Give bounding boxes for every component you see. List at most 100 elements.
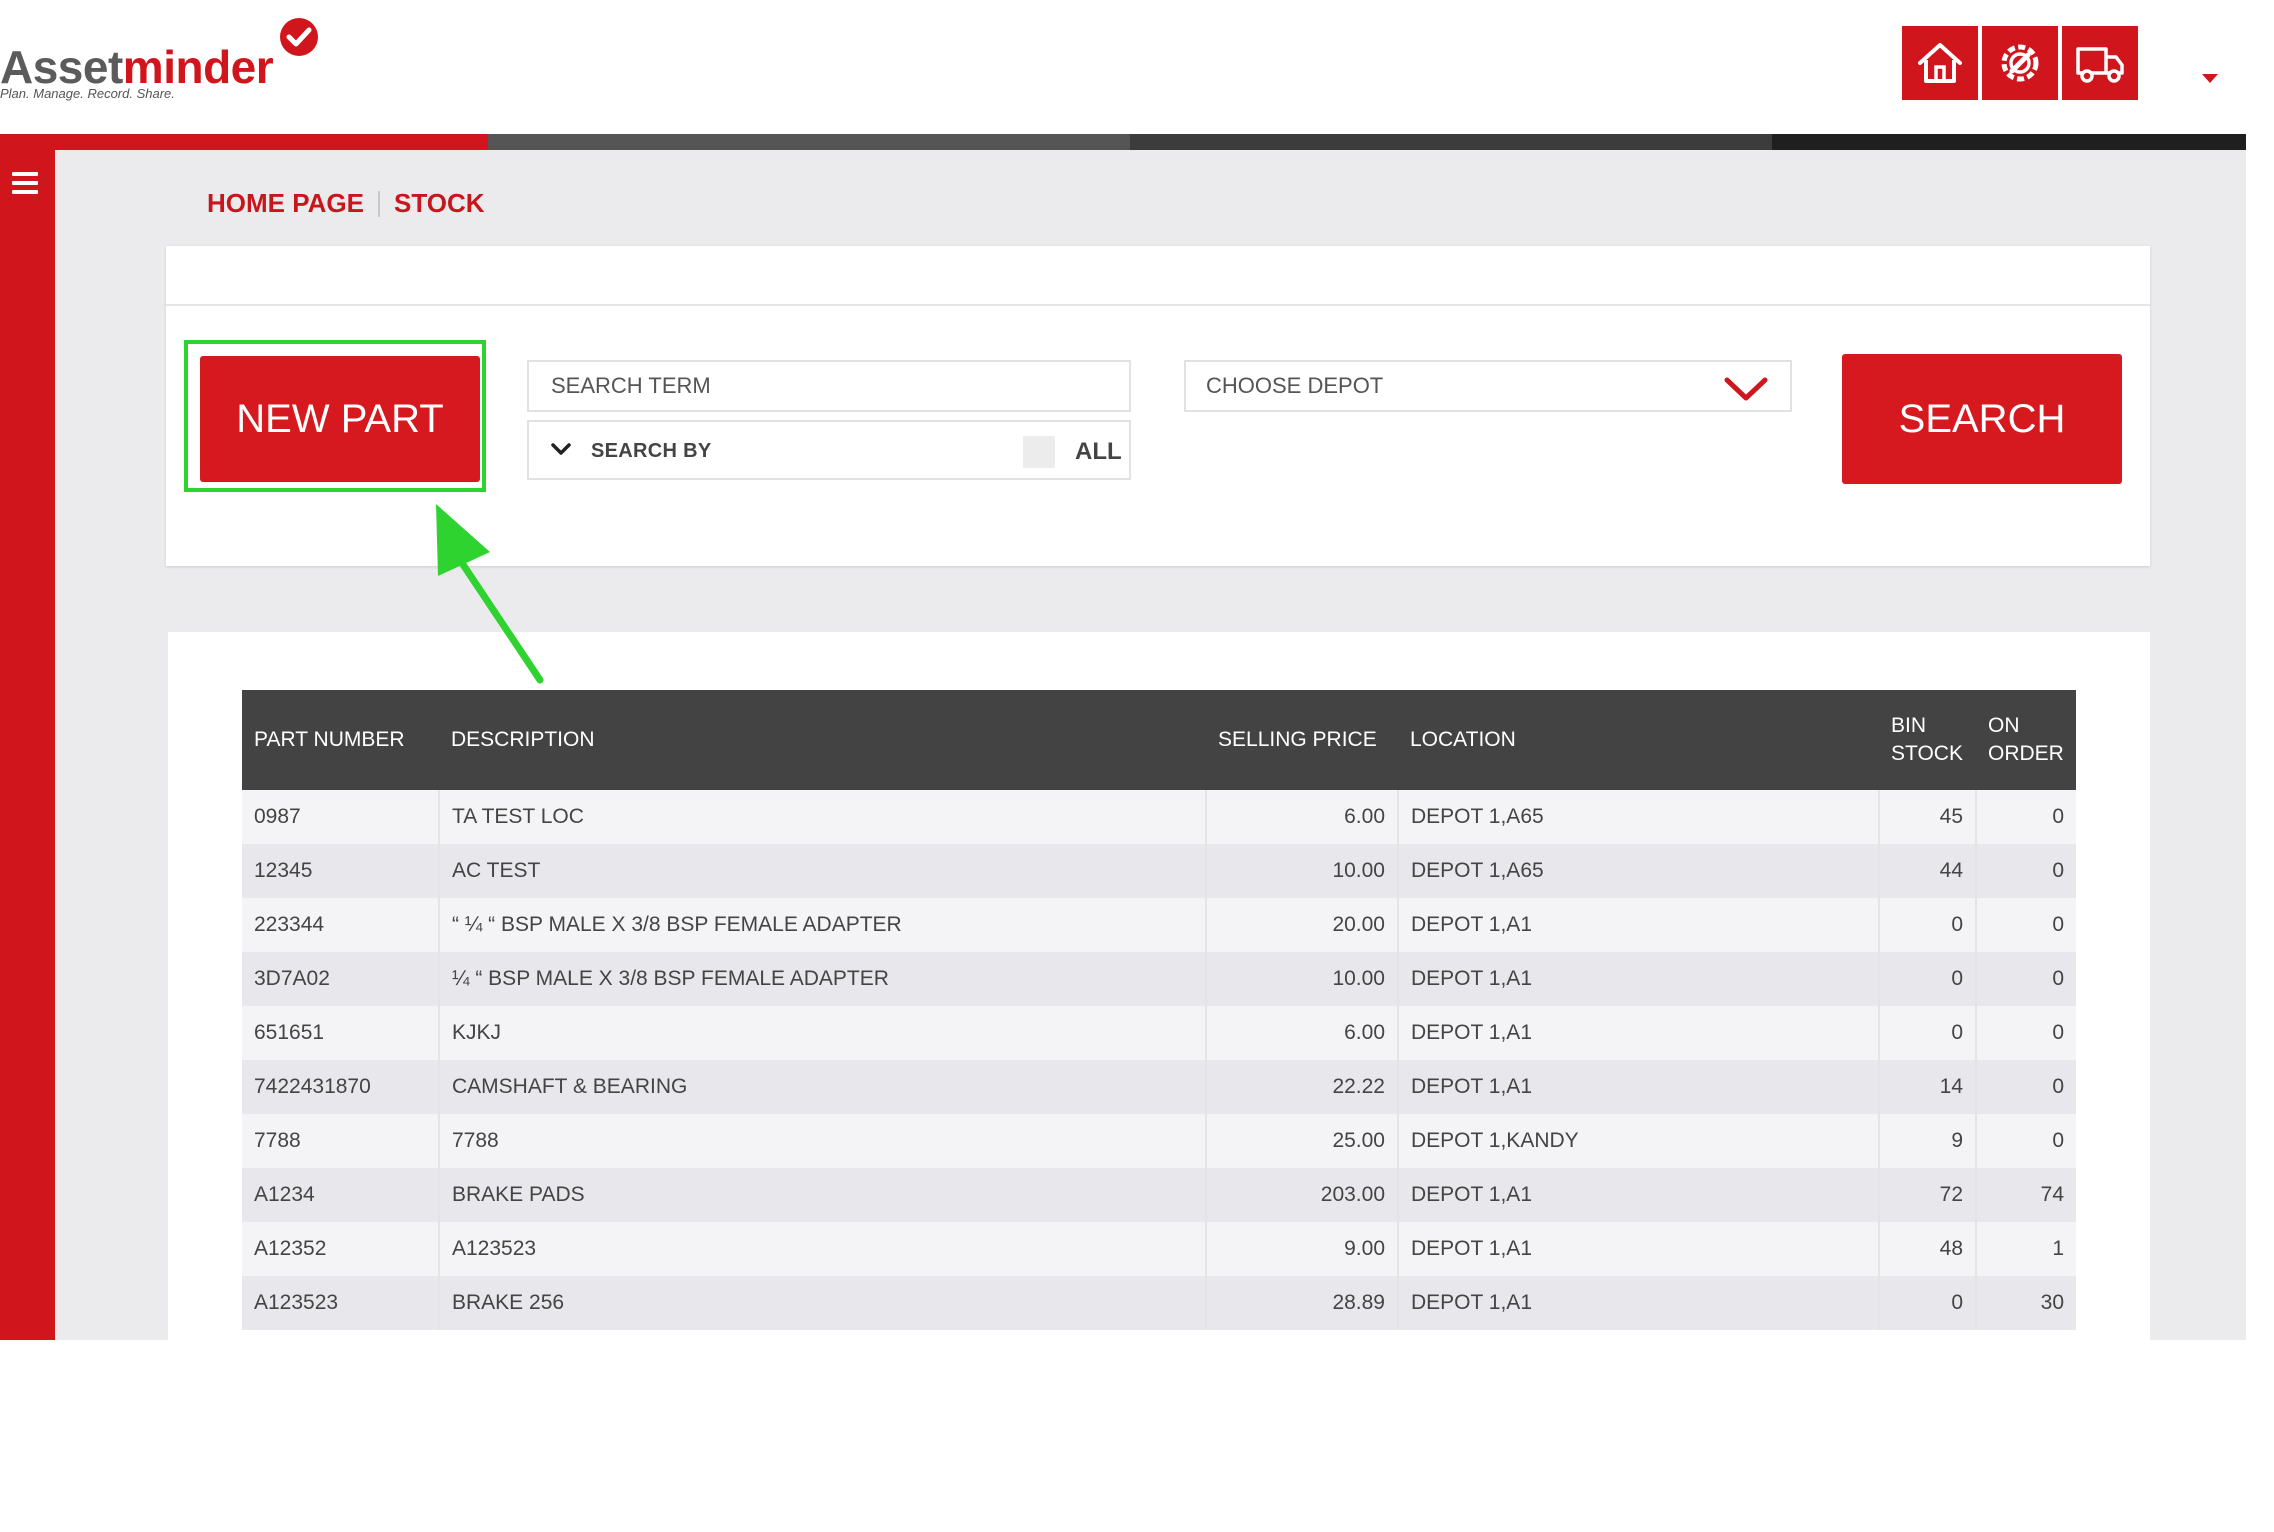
choose-depot-select[interactable]: CHOOSE DEPOT [1184, 360, 1792, 412]
cell-selling-price: 20.00 [1206, 898, 1399, 952]
stock-table-body: 0987 TA TEST LOC 6.00 DEPOT 1,A65 45 0 12345 AC… [242, 790, 2076, 1330]
table-row[interactable]: 3D7A02 ¼ “ BSP MALE X 3/8 BSP FEMALE ADAP… [242, 952, 2076, 1006]
cell-selling-price: 9.00 [1206, 1222, 1399, 1276]
breadcrumb-home-link[interactable]: HOME PAGE [207, 188, 364, 219]
new-part-button[interactable]: NEW PART [200, 356, 480, 482]
all-checkbox[interactable] [1023, 436, 1055, 468]
cell-description: ¼ “ BSP MALE X 3/8 BSP FEMALE ADAPTER [439, 952, 1207, 1006]
chevron-down-icon [551, 443, 571, 455]
table-row[interactable]: A12352 A123523 9.00 DEPOT 1,A1 48 1 [242, 1222, 2076, 1276]
cell-part-number: A12352 [242, 1222, 440, 1276]
cell-selling-price: 25.00 [1206, 1114, 1399, 1168]
header-color-bar [0, 134, 2246, 150]
col-header-part-number[interactable]: PART NUMBER [242, 690, 439, 790]
cell-location: DEPOT 1,A1 [1398, 952, 1880, 1006]
search-panel-header [166, 246, 2150, 306]
cell-location: DEPOT 1,A1 [1398, 1168, 1880, 1222]
cell-description: A123523 [439, 1222, 1207, 1276]
cell-bin-stock: 0 [1879, 952, 1977, 1006]
cell-selling-price: 6.00 [1206, 790, 1399, 844]
cell-description: “ ¼ “ BSP MALE X 3/8 BSP FEMALE ADAPTER [439, 898, 1207, 952]
stock-table-header: PART NUMBER DESCRIPTION SELLING PRICE LO… [242, 690, 2076, 790]
cell-location: DEPOT 1,A1 [1398, 1006, 1880, 1060]
pointer-arrow-icon [436, 504, 544, 684]
cell-description: TA TEST LOC [439, 790, 1207, 844]
sidebar [0, 150, 55, 1340]
cell-bin-stock: 9 [1879, 1114, 1977, 1168]
table-row[interactable]: 0987 TA TEST LOC 6.00 DEPOT 1,A65 45 0 [242, 790, 2076, 844]
cell-location: DEPOT 1,A65 [1398, 790, 1880, 844]
cell-part-number: A1234 [242, 1168, 440, 1222]
cell-on-order: 74 [1976, 1168, 2076, 1222]
table-row[interactable]: 651651 KJKJ 6.00 DEPOT 1,A1 0 0 [242, 1006, 2076, 1060]
cell-on-order: 30 [1976, 1276, 2076, 1330]
cell-part-number: 7788 [242, 1114, 440, 1168]
logo-tagline: Plan. Manage. Record. Share. [0, 86, 175, 101]
cell-description: BRAKE 256 [439, 1276, 1207, 1330]
cell-location: DEPOT 1,A1 [1398, 1060, 1880, 1114]
table-row[interactable]: A123523 BRAKE 256 28.89 DEPOT 1,A1 0 30 [242, 1276, 2076, 1330]
gear-wrench-icon [2001, 44, 2039, 82]
breadcrumb-separator [377, 190, 380, 217]
cell-selling-price: 203.00 [1206, 1168, 1399, 1222]
cell-bin-stock: 72 [1879, 1168, 1977, 1222]
maintenance-button[interactable] [1982, 26, 2058, 100]
cell-on-order: 1 [1976, 1222, 2076, 1276]
search-by-toggle[interactable]: SEARCH BY ALL [527, 420, 1131, 480]
col-header-description[interactable]: DESCRIPTION [439, 690, 1206, 790]
cell-part-number: 651651 [242, 1006, 440, 1060]
cell-bin-stock: 0 [1879, 1276, 1977, 1330]
cell-location: DEPOT 1,A1 [1398, 898, 1880, 952]
user-menu-caret-icon[interactable] [2202, 74, 2218, 83]
hamburger-menu-icon[interactable] [12, 172, 38, 194]
cell-part-number: 3D7A02 [242, 952, 440, 1006]
cell-description: KJKJ [439, 1006, 1207, 1060]
cell-location: DEPOT 1,A65 [1398, 844, 1880, 898]
cell-selling-price: 28.89 [1206, 1276, 1399, 1330]
cell-part-number: 223344 [242, 898, 440, 952]
cell-description: AC TEST [439, 844, 1207, 898]
col-header-on-order[interactable]: ON ORDER [1976, 690, 2076, 790]
cell-bin-stock: 45 [1879, 790, 1977, 844]
stock-table: PART NUMBER DESCRIPTION SELLING PRICE LO… [242, 690, 2076, 1330]
table-row[interactable]: 12345 AC TEST 10.00 DEPOT 1,A65 44 0 [242, 844, 2076, 898]
search-by-label: SEARCH BY [591, 440, 712, 462]
search-term-field[interactable] [527, 360, 1131, 412]
cell-on-order: 0 [1976, 898, 2076, 952]
all-checkbox-label: ALL [1075, 438, 1122, 465]
cell-part-number: A123523 [242, 1276, 440, 1330]
col-header-bin-stock[interactable]: BIN STOCK [1879, 690, 1976, 790]
breadcrumb-stock-link[interactable]: STOCK [394, 188, 485, 219]
table-row[interactable]: 7422431870 CAMSHAFT & BEARING 22.22 DEPOT 1… [242, 1060, 2076, 1114]
check-badge-icon [280, 18, 318, 56]
cell-description: BRAKE PADS [439, 1168, 1207, 1222]
home-button[interactable] [1902, 26, 1978, 100]
cell-selling-price: 10.00 [1206, 952, 1399, 1006]
cell-selling-price: 22.22 [1206, 1060, 1399, 1114]
choose-depot-value: CHOOSE DEPOT [1206, 373, 1384, 398]
table-row[interactable]: A1234 BRAKE PADS 203.00 DEPOT 1,A1 72 74 [242, 1168, 2076, 1222]
cell-selling-price: 10.00 [1206, 844, 1399, 898]
app-header: Assetminder Plan. Manage. Record. Share. [0, 0, 2274, 134]
search-term-input[interactable] [549, 372, 1129, 400]
cell-part-number: 0987 [242, 790, 440, 844]
cell-on-order: 0 [1976, 790, 2076, 844]
chevron-down-icon [1724, 377, 1768, 401]
home-icon [1918, 43, 1962, 83]
search-button[interactable]: SEARCH [1842, 354, 2122, 484]
col-header-selling-price[interactable]: SELLING PRICE [1206, 690, 1398, 790]
table-row[interactable]: 7788 7788 25.00 DEPOT 1,KANDY 9 0 [242, 1114, 2076, 1168]
cell-bin-stock: 0 [1879, 898, 1977, 952]
cell-on-order: 0 [1976, 1060, 2076, 1114]
cell-location: DEPOT 1,A1 [1398, 1276, 1880, 1330]
cell-selling-price: 6.00 [1206, 1006, 1399, 1060]
cell-on-order: 0 [1976, 1006, 2076, 1060]
col-header-location[interactable]: LOCATION [1398, 690, 1879, 790]
fleet-button[interactable] [2062, 26, 2138, 100]
table-row[interactable]: 223344 “ ¼ “ BSP MALE X 3/8 BSP FEMALE AD… [242, 898, 2076, 952]
cell-location: DEPOT 1,A1 [1398, 1222, 1880, 1276]
assetminder-logo[interactable]: Assetminder Plan. Manage. Record. Share. [0, 14, 330, 104]
cell-bin-stock: 14 [1879, 1060, 1977, 1114]
cell-description: CAMSHAFT & BEARING [439, 1060, 1207, 1114]
cell-bin-stock: 48 [1879, 1222, 1977, 1276]
